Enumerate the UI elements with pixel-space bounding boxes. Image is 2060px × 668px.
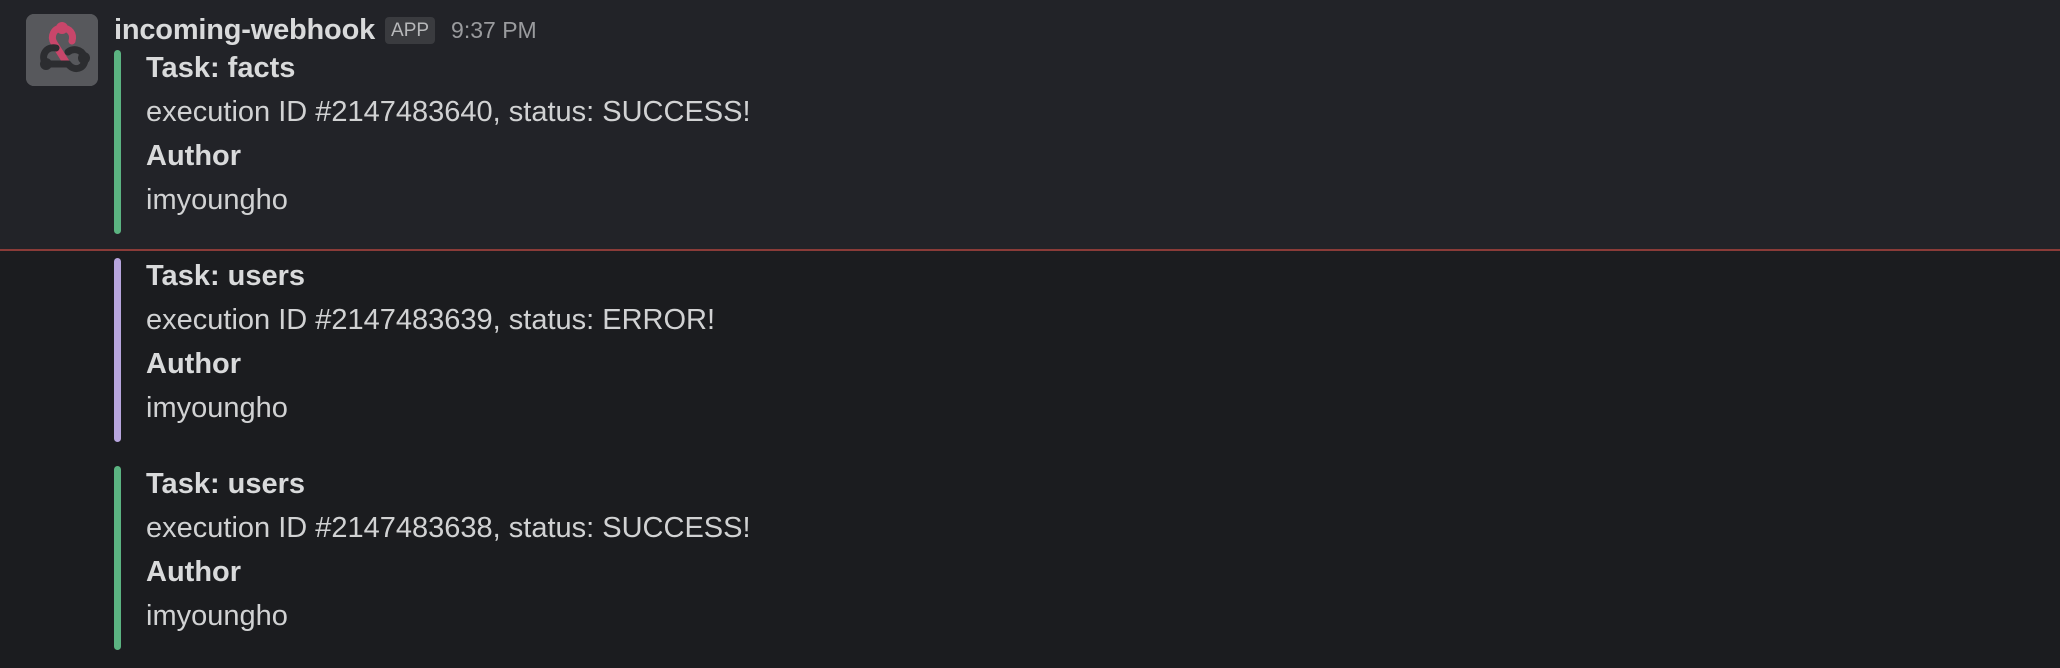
avatar[interactable]: [26, 14, 98, 86]
attachment-text: execution ID #2147483640, status: SUCCES…: [146, 96, 751, 128]
attachment-text: execution ID #2147483639, status: ERROR!: [146, 304, 716, 336]
field-title: Author: [146, 556, 242, 588]
field-title: Author: [146, 348, 242, 380]
field-value: imyoungho: [146, 600, 288, 632]
attachment-text: execution ID #2147483638, status: SUCCES…: [146, 512, 751, 544]
attachment: Task: users execution ID #2147483639, st…: [114, 258, 1314, 442]
status-color-bar: [114, 50, 121, 234]
attachment: Task: facts execution ID #2147483640, st…: [114, 50, 1314, 234]
timestamp[interactable]: 9:37 PM: [451, 17, 537, 44]
app-badge: APP: [385, 16, 436, 44]
status-color-bar: [114, 258, 121, 442]
attachment-title: Task: facts: [146, 52, 296, 84]
message-header: incoming-webhook APP 9:37 PM: [114, 10, 537, 50]
attachment-title: Task: users: [146, 260, 306, 292]
attachment-title: Task: users: [146, 468, 306, 500]
new-messages-divider: [0, 249, 2060, 251]
field-value: imyoungho: [146, 392, 288, 424]
attachment: Task: users execution ID #2147483638, st…: [114, 466, 1314, 650]
status-color-bar: [114, 466, 121, 650]
field-value: imyoungho: [146, 184, 288, 216]
webhook-icon: [26, 14, 98, 86]
field-title: Author: [146, 140, 242, 172]
sender-name[interactable]: incoming-webhook: [114, 14, 375, 47]
